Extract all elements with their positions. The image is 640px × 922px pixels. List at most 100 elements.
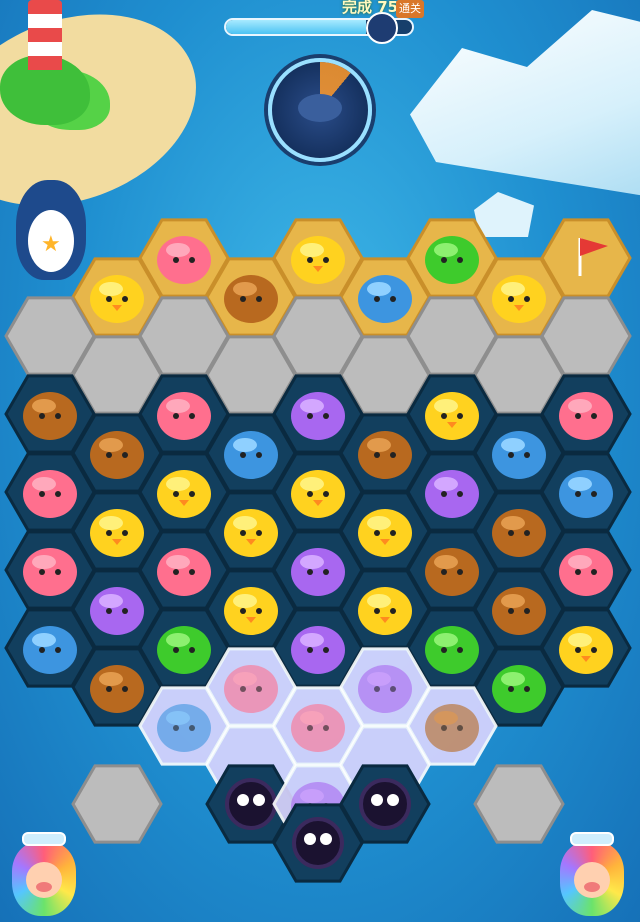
piece-eye	[457, 491, 463, 497]
piece-eye	[122, 530, 128, 536]
piece-eye	[374, 608, 380, 614]
chick-piece-icon	[90, 509, 144, 557]
piece-highlight	[32, 399, 56, 413]
chick-piece-icon	[559, 626, 613, 674]
piece-eye	[256, 608, 262, 614]
piece-highlight	[166, 477, 190, 491]
piece-eye	[374, 686, 380, 692]
piece-eye	[240, 530, 246, 536]
chick-piece-icon	[224, 509, 278, 557]
piece-eye	[374, 530, 380, 536]
stone-tile	[473, 764, 565, 844]
piece-eye	[390, 530, 396, 536]
piece-highlight	[166, 555, 190, 569]
right-rainbow-jar[interactable]	[556, 832, 628, 918]
spider-eye	[253, 794, 265, 806]
spider-blocker-icon	[292, 817, 344, 869]
cat-piece-icon	[358, 665, 412, 713]
piece-eye	[457, 413, 463, 419]
piece-highlight	[99, 282, 123, 296]
piece-highlight	[300, 789, 324, 803]
chick-piece-icon	[90, 275, 144, 323]
piece-eye	[256, 296, 262, 302]
piece-eye	[591, 647, 597, 653]
bear-piece-icon	[90, 665, 144, 713]
piece-eye	[323, 569, 329, 575]
piece-highlight	[367, 282, 391, 296]
piece-highlight	[568, 477, 592, 491]
piece-eye	[39, 569, 45, 575]
piece-eye	[307, 647, 313, 653]
piece-eye	[591, 413, 597, 419]
piece-eye	[173, 413, 179, 419]
pig-face-icon	[26, 862, 62, 898]
piece-eye	[106, 452, 112, 458]
piece-eye	[524, 296, 530, 302]
piece-highlight	[501, 594, 525, 608]
piece-eye	[256, 686, 262, 692]
piece-eye	[307, 569, 313, 575]
piece-eye	[390, 608, 396, 614]
piece-highlight	[99, 672, 123, 686]
jar-lid	[22, 832, 66, 846]
piece-eye	[374, 296, 380, 302]
frog-piece-icon	[425, 236, 479, 284]
piece-eye	[240, 452, 246, 458]
pig-face-icon	[574, 862, 610, 898]
piece-eye	[323, 491, 329, 497]
piece-eye	[508, 686, 514, 692]
piece-eye	[256, 530, 262, 536]
piece-highlight	[501, 438, 525, 452]
left-rainbow-jar[interactable]	[8, 832, 80, 918]
piece-eye	[508, 296, 514, 302]
piece-eye	[240, 296, 246, 302]
piece-eye	[524, 530, 530, 536]
piece-highlight	[166, 633, 190, 647]
pink-piece-icon	[157, 548, 211, 596]
piece-eye	[307, 413, 313, 419]
piece-highlight	[99, 594, 123, 608]
spider-eye	[304, 833, 316, 845]
piece-eye	[173, 257, 179, 263]
shell-piece-icon	[358, 275, 412, 323]
piece-highlight	[32, 477, 56, 491]
piece-highlight	[99, 438, 123, 452]
bear-piece-icon	[358, 431, 412, 479]
piece-eye	[189, 257, 195, 263]
piece-highlight	[166, 243, 190, 257]
shell-piece-icon	[559, 470, 613, 518]
pig-nose-icon	[584, 882, 600, 892]
piece-highlight	[166, 399, 190, 413]
piece-eye	[55, 413, 61, 419]
game-stage: 完成 75% 通关 ★	[0, 0, 640, 922]
spider-blocker-icon	[359, 778, 411, 830]
piece-highlight	[434, 243, 458, 257]
cat-piece-icon	[291, 548, 345, 596]
piece-eye	[55, 647, 61, 653]
shell-piece-icon	[492, 431, 546, 479]
spider-eye	[237, 794, 249, 806]
piece-eye	[441, 647, 447, 653]
piece-eye	[55, 491, 61, 497]
piece-eye	[323, 725, 329, 731]
piece-eye	[575, 413, 581, 419]
shell-piece-icon	[23, 626, 77, 674]
piece-eye	[390, 296, 396, 302]
board-cell[interactable]	[473, 764, 565, 844]
piece-highlight	[568, 555, 592, 569]
board-cell[interactable]	[71, 764, 163, 844]
cat-piece-icon	[291, 626, 345, 674]
piece-highlight	[300, 243, 324, 257]
piece-eye	[307, 257, 313, 263]
piece-eye	[39, 491, 45, 497]
piece-highlight	[300, 477, 324, 491]
chick-piece-icon	[224, 587, 278, 635]
bear-piece-icon	[492, 509, 546, 557]
piece-highlight	[233, 516, 257, 530]
spider-eye	[387, 794, 399, 806]
bear-piece-icon	[90, 431, 144, 479]
piece-eye	[323, 257, 329, 263]
piece-eye	[441, 413, 447, 419]
piece-highlight	[300, 711, 324, 725]
chick-piece-icon	[358, 509, 412, 557]
